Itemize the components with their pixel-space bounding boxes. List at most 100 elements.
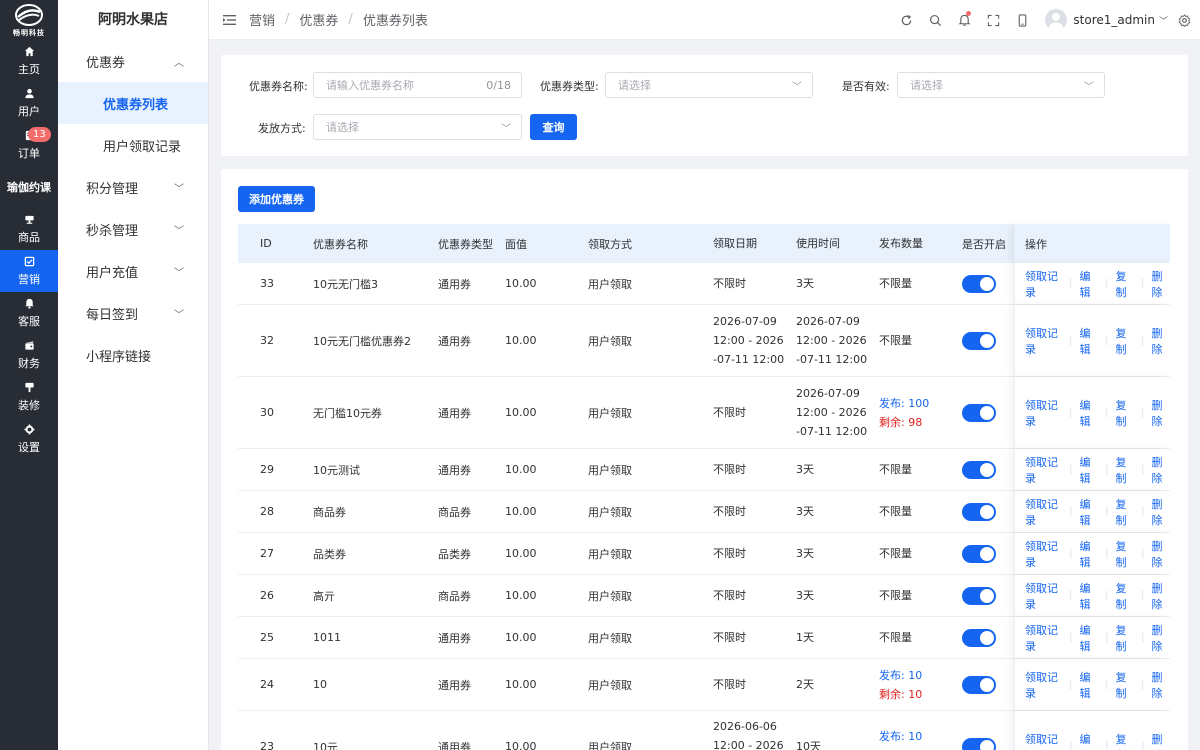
claim-records-link[interactable]: 领取记录 bbox=[1025, 622, 1062, 654]
table-row: 33 10元无门槛3 通用券 10.00 用户领取 不限时 3天 不限量 领取记… bbox=[238, 263, 1170, 305]
logo-text: 畅明科技 bbox=[13, 28, 45, 37]
refresh-icon[interactable] bbox=[892, 0, 921, 40]
enable-toggle[interactable] bbox=[962, 331, 996, 350]
mobile-icon[interactable] bbox=[1008, 0, 1037, 40]
fullscreen-icon[interactable] bbox=[979, 0, 1008, 40]
rail-item-settings[interactable]: 设置 bbox=[0, 418, 58, 460]
cell-enabled bbox=[962, 331, 1014, 350]
enable-toggle[interactable] bbox=[962, 403, 996, 422]
claim-records-link[interactable]: 领取记录 bbox=[1025, 454, 1062, 486]
delete-link[interactable]: 删除 bbox=[1151, 731, 1170, 750]
edit-link[interactable]: 编辑 bbox=[1080, 268, 1099, 300]
rail-item-home[interactable]: 主页 bbox=[0, 40, 58, 82]
copy-link[interactable]: 复制 bbox=[1115, 268, 1134, 300]
username[interactable]: store1_admin bbox=[1073, 13, 1155, 27]
edit-link[interactable]: 编辑 bbox=[1080, 454, 1099, 486]
enable-toggle[interactable] bbox=[962, 274, 996, 293]
cell-quantity: 发布: 10 bbox=[879, 711, 962, 746]
cell-type: 通用券 bbox=[438, 678, 471, 692]
settings-icon[interactable] bbox=[1168, 0, 1200, 40]
copy-link[interactable]: 复制 bbox=[1115, 731, 1134, 750]
edit-link[interactable]: 编辑 bbox=[1080, 622, 1099, 654]
enable-toggle[interactable] bbox=[962, 544, 996, 563]
claim-records-link[interactable]: 领取记录 bbox=[1025, 731, 1062, 750]
add-coupon-button[interactable]: 添加优惠券 bbox=[238, 186, 315, 212]
edit-link[interactable]: 编辑 bbox=[1080, 580, 1099, 612]
copy-link[interactable]: 复制 bbox=[1115, 397, 1134, 429]
edit-link[interactable]: 编辑 bbox=[1080, 496, 1099, 528]
submenu-group-checkin[interactable]: 每日签到 ﹀ bbox=[58, 292, 208, 334]
enable-toggle[interactable] bbox=[962, 586, 996, 605]
cell-name: 高亓 bbox=[313, 589, 335, 603]
cell-claim-method: 用户领取 bbox=[588, 589, 632, 603]
copy-link[interactable]: 复制 bbox=[1115, 454, 1134, 486]
published-count: 发布: 10 bbox=[879, 668, 923, 682]
edit-link[interactable]: 编辑 bbox=[1080, 538, 1099, 570]
enable-toggle[interactable] bbox=[962, 502, 996, 521]
rail-item-marketing[interactable]: 营销 bbox=[0, 250, 58, 292]
delete-link[interactable]: 删除 bbox=[1151, 580, 1170, 612]
search-icon[interactable] bbox=[921, 0, 950, 40]
submenu-item-coupon-list[interactable]: 优惠券列表 bbox=[58, 82, 208, 124]
cell-claim-method: 用户领取 bbox=[588, 277, 632, 291]
cell-claim-date: 不限时 bbox=[713, 502, 796, 521]
claim-records-link[interactable]: 领取记录 bbox=[1025, 268, 1062, 300]
delete-link[interactable]: 删除 bbox=[1151, 669, 1170, 701]
delete-link[interactable]: 删除 bbox=[1151, 397, 1170, 429]
claim-records-link[interactable]: 领取记录 bbox=[1025, 669, 1062, 701]
delete-link[interactable]: 删除 bbox=[1151, 325, 1170, 357]
delete-link[interactable]: 删除 bbox=[1151, 496, 1170, 528]
enable-toggle[interactable] bbox=[962, 675, 996, 694]
copy-link[interactable]: 复制 bbox=[1115, 325, 1134, 357]
rail-item-decorate[interactable]: 装修 bbox=[0, 376, 58, 418]
claim-records-link[interactable]: 领取记录 bbox=[1025, 496, 1062, 528]
coupon-name-input[interactable]: 请输入优惠券名称 0/18 bbox=[313, 72, 522, 98]
submenu-link-miniprogram[interactable]: 小程序链接 bbox=[58, 334, 208, 376]
delete-link[interactable]: 删除 bbox=[1151, 622, 1170, 654]
submenu-group-coupon[interactable]: 优惠券 ︿ bbox=[58, 40, 208, 82]
edit-link[interactable]: 编辑 bbox=[1080, 669, 1099, 701]
submenu-group-flash-sale[interactable]: 秒杀管理 ﹀ bbox=[58, 208, 208, 250]
rail-item-service[interactable]: 客服 bbox=[0, 292, 58, 334]
issue-method-select[interactable]: 请选择 ﹀ bbox=[313, 114, 522, 140]
breadcrumb-item[interactable]: 优惠券 bbox=[299, 10, 338, 29]
copy-link[interactable]: 复制 bbox=[1115, 538, 1134, 570]
claim-records-link[interactable]: 领取记录 bbox=[1025, 397, 1062, 429]
chevron-down-icon[interactable]: ﹀ bbox=[1159, 14, 1168, 27]
delete-link[interactable]: 删除 bbox=[1151, 454, 1170, 486]
submenu-item-claim-records[interactable]: 用户领取记录 bbox=[58, 124, 208, 166]
copy-link[interactable]: 复制 bbox=[1115, 580, 1134, 612]
rail-item-user[interactable]: 用户 bbox=[0, 82, 58, 124]
edit-link[interactable]: 编辑 bbox=[1080, 731, 1099, 750]
rail-item-label: 财务 bbox=[18, 356, 40, 370]
claim-records-link[interactable]: 领取记录 bbox=[1025, 538, 1062, 570]
valid-status-select[interactable]: 请选择 ﹀ bbox=[897, 72, 1105, 98]
rail-section-yoga[interactable]: 瑜伽约课 bbox=[0, 166, 58, 208]
bell-icon[interactable] bbox=[950, 0, 979, 40]
enable-toggle[interactable] bbox=[962, 460, 996, 479]
edit-link[interactable]: 编辑 bbox=[1080, 397, 1099, 429]
copy-link[interactable]: 复制 bbox=[1115, 622, 1134, 654]
claim-records-link[interactable]: 领取记录 bbox=[1025, 580, 1062, 612]
rail-item-order[interactable]: 订单 13 bbox=[0, 124, 58, 166]
rail-item-goods[interactable]: 商品 bbox=[0, 208, 58, 250]
breadcrumb-item[interactable]: 营销 bbox=[249, 10, 275, 29]
submenu-group-points[interactable]: 积分管理 ﹀ bbox=[58, 166, 208, 208]
rail-item-label: 营销 bbox=[18, 272, 40, 286]
menu-toggle-icon[interactable] bbox=[223, 14, 237, 26]
op-separator: | bbox=[1069, 278, 1073, 289]
copy-link[interactable]: 复制 bbox=[1115, 496, 1134, 528]
rail-item-finance[interactable]: 财务 bbox=[0, 334, 58, 376]
delete-link[interactable]: 删除 bbox=[1151, 268, 1170, 300]
edit-link[interactable]: 编辑 bbox=[1080, 325, 1099, 357]
delete-link[interactable]: 删除 bbox=[1151, 538, 1170, 570]
coupon-type-select[interactable]: 请选择 ﹀ bbox=[605, 72, 813, 98]
query-button[interactable]: 查询 bbox=[530, 114, 577, 140]
claim-records-link[interactable]: 领取记录 bbox=[1025, 325, 1062, 357]
enable-toggle[interactable] bbox=[962, 737, 996, 750]
submenu-group-recharge[interactable]: 用户充值 ﹀ bbox=[58, 250, 208, 292]
cell-name: 无门槛10元券 bbox=[313, 406, 382, 420]
avatar[interactable] bbox=[1045, 9, 1068, 31]
enable-toggle[interactable] bbox=[962, 628, 996, 647]
copy-link[interactable]: 复制 bbox=[1115, 669, 1134, 701]
